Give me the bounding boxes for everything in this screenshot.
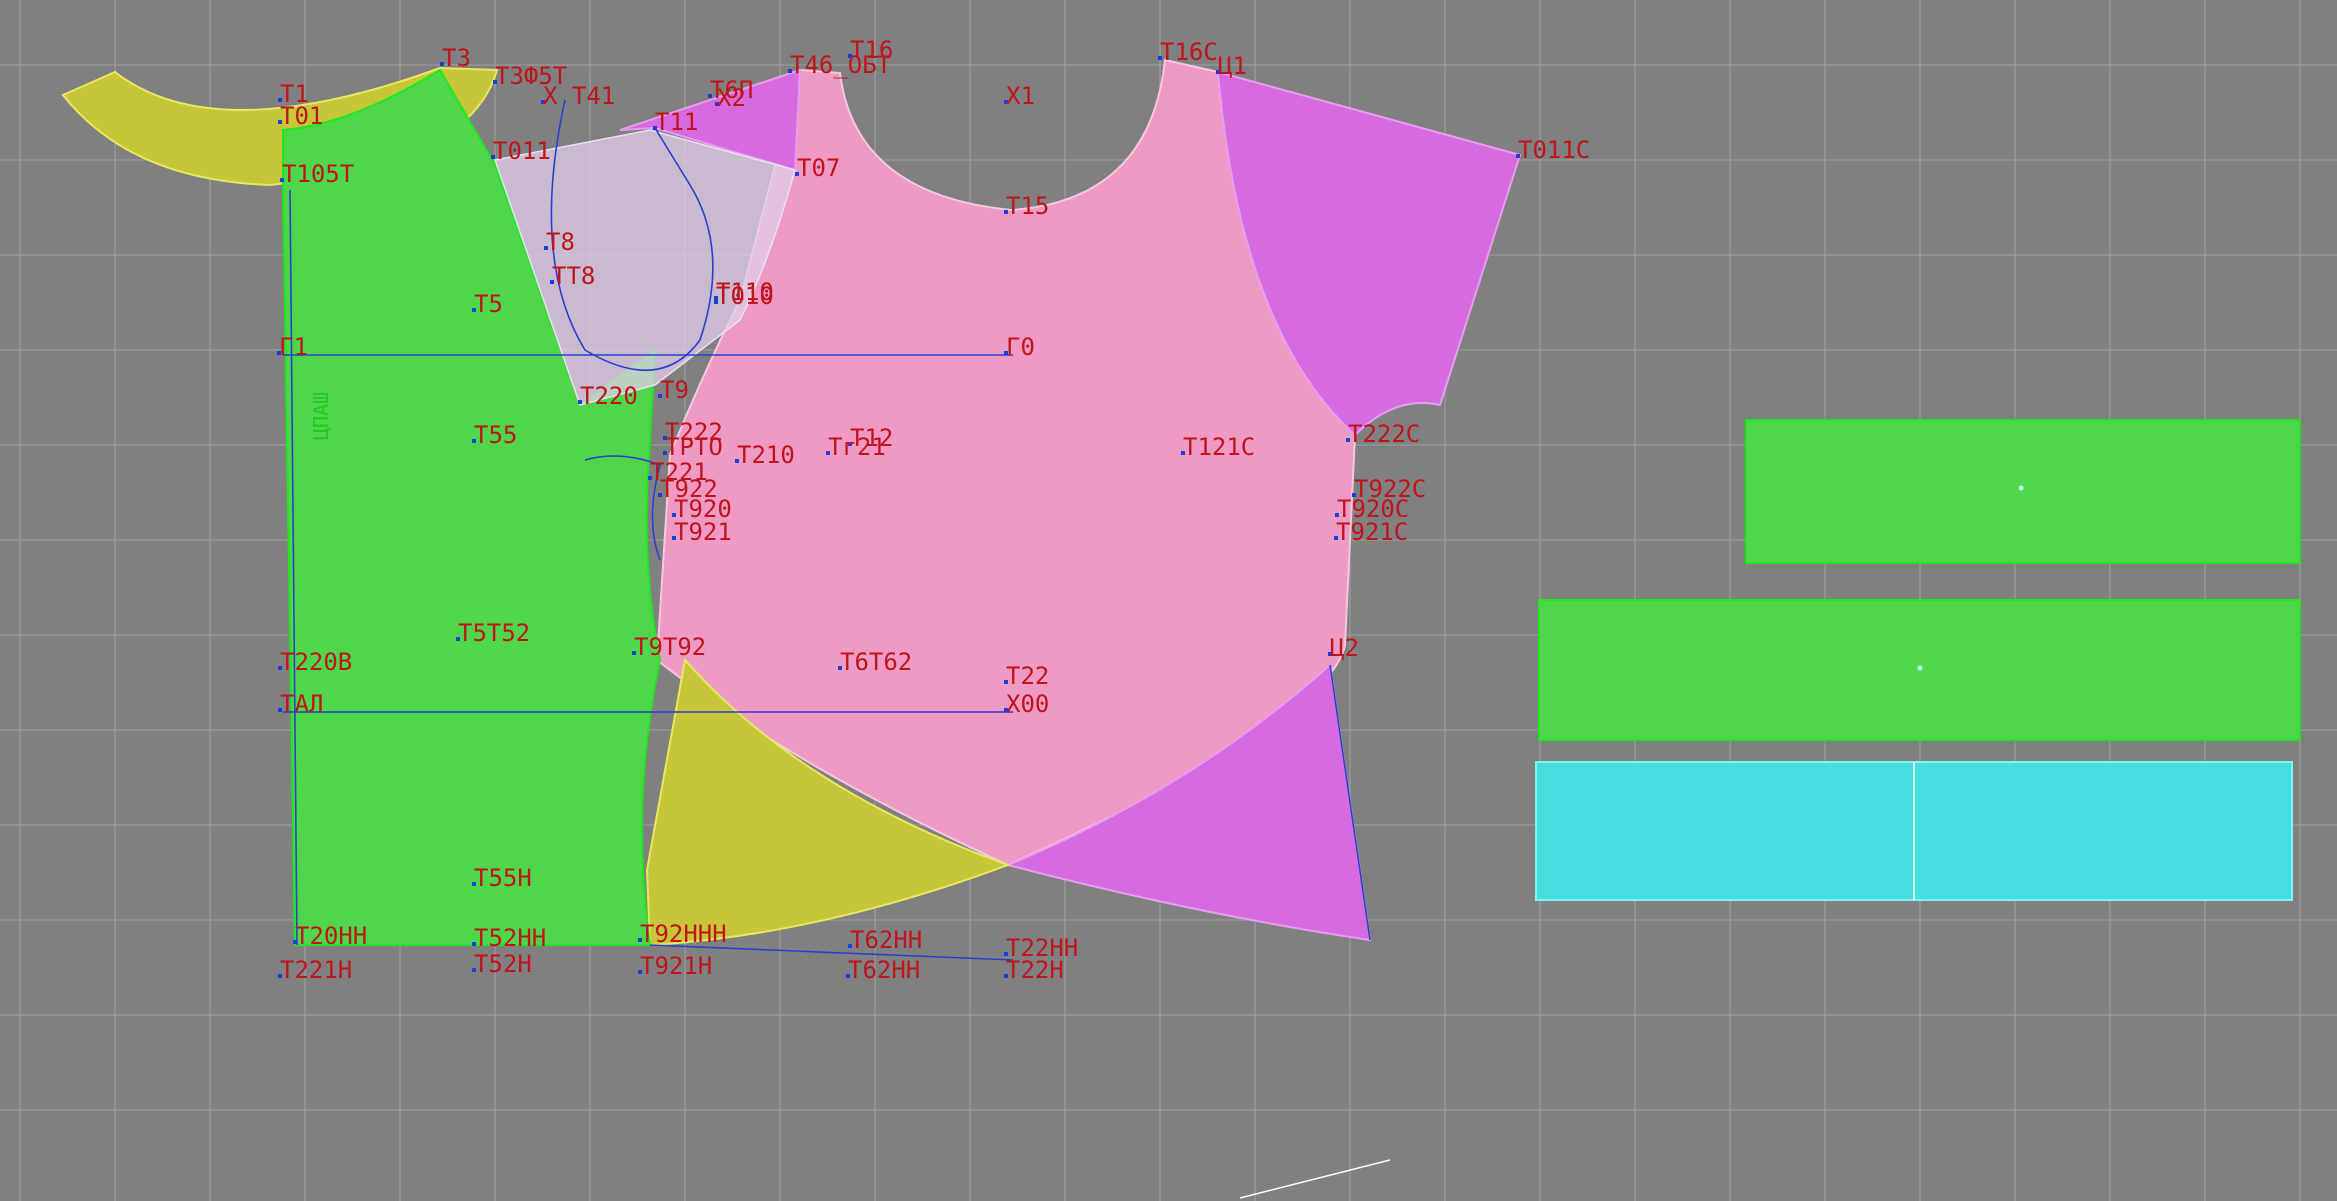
- scale-line: [1239, 1159, 1391, 1199]
- point-label-t52hh: Т52НН: [474, 924, 546, 952]
- vertical-label: ЦПАШ: [309, 392, 333, 440]
- point-label-t22h: Т22Н: [1006, 956, 1064, 984]
- point-label-t8b: ТТ8: [552, 262, 595, 290]
- point-label-t222c: Т222С: [1348, 420, 1420, 448]
- point-label-t010: Т010: [716, 282, 774, 310]
- point-label-t921h: Т921Н: [640, 952, 712, 980]
- point-label-t220b: Т220В: [280, 648, 352, 676]
- point-label-t55h: Т55Н: [474, 864, 532, 892]
- point-label-t121c: Т121С: [1183, 433, 1255, 461]
- band-center-2: [1917, 665, 1923, 671]
- point-label-t3: Т3: [442, 44, 471, 72]
- point-label-x1: Х1: [1006, 82, 1035, 110]
- band-piece-1[interactable]: [1745, 419, 2301, 564]
- point-label-t15: Т15: [1006, 192, 1049, 220]
- point-label-g1: Г1: [279, 333, 308, 361]
- point-label-t221h: Т221Н: [280, 956, 352, 984]
- point-label-t121: Тг21: [828, 433, 886, 461]
- point-label-t105t: Т105Т: [282, 160, 354, 188]
- point-label-t16: Т16: [850, 36, 893, 64]
- point-label-t6hhh: Т62НН: [848, 956, 920, 984]
- band-center-1: [2018, 485, 2024, 491]
- point-label-t6162: Т6Т62: [840, 648, 912, 676]
- point-label-t11: Т11: [655, 108, 698, 136]
- point-label-t210: Т210: [737, 441, 795, 469]
- point-label-t921: Т921: [674, 518, 732, 546]
- point-label-t9: Т9: [660, 376, 689, 404]
- point-label-t5152: Т5Т52: [458, 619, 530, 647]
- point-label-t5: Т5: [474, 290, 503, 318]
- point-label-t011c: Т011С: [1518, 136, 1590, 164]
- point-label-g0: Г0: [1006, 333, 1035, 361]
- pattern-canvas[interactable]: ЦПАШ Т1Т01Т3Т3Ф5ТХ Т41 Т6ПХ2Т46_ОБТТ16Х1Т…: [0, 0, 2337, 1201]
- point-label-t921c: Т921С: [1336, 518, 1408, 546]
- point-label-t22: Т22: [1006, 662, 1049, 690]
- point-label-t16c: Т16С: [1160, 38, 1218, 66]
- point-label-t55: Т55: [474, 421, 517, 449]
- point-label-t62hh: Т62НН: [850, 926, 922, 954]
- point-label-ts1: Ц1: [1218, 52, 1247, 80]
- point-label-t20hh: Т20НН: [295, 922, 367, 950]
- point-label-tal: ТАЛ: [280, 690, 323, 718]
- point-label-x00: Х00: [1006, 690, 1049, 718]
- point-label-t011: Т011: [493, 137, 551, 165]
- point-label-t52h: Т52Н: [474, 950, 532, 978]
- point-label-ts2: Ц2: [1330, 634, 1359, 662]
- point-label-t92hhh: Т92ННН: [640, 920, 727, 948]
- point-label-x2: Х2: [717, 84, 746, 112]
- point-label-t8a: Т8: [546, 228, 575, 256]
- point-label-t220: Т220: [580, 382, 638, 410]
- point-label-t07: Т07: [797, 154, 840, 182]
- point-label-tpto: ТРТО: [665, 433, 723, 461]
- point-label-x-t41: Х Т41: [543, 82, 615, 110]
- point-label-t9192: Т9Т92: [634, 633, 706, 661]
- point-label-t01: Т01: [280, 102, 323, 130]
